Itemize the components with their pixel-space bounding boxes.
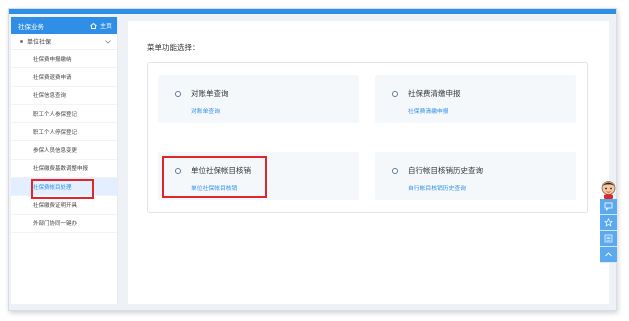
main-content: 菜单功能选择： 对账单查询 对账单查询 社保费清缴申报 社保费清缴申报 单位社保… <box>128 21 609 304</box>
sidebar-menu: 社保费申报缴纳 社保费退费申请 社保信息查询 职工个人参保登记 职工个人停保登记… <box>11 50 117 233</box>
home-link[interactable]: 主页 <box>90 21 112 30</box>
sidebar-item[interactable]: 职工个人停保登记 <box>11 123 117 142</box>
chevron-down-icon <box>105 39 111 44</box>
menu-card-clearance-declaration[interactable]: 社保费清缴申报 社保费清缴申报 <box>375 75 576 123</box>
top-bar <box>9 9 616 14</box>
radio-icon[interactable] <box>175 91 181 97</box>
sidebar-group-toggle[interactable]: 单位社保 <box>11 34 117 50</box>
sidebar-item[interactable]: 社保费退费申请 <box>11 68 117 87</box>
sidebar-item[interactable]: 参保人员信息变更 <box>11 141 117 160</box>
sidebar-item-label: 社保缴费证明开具 <box>33 203 78 210</box>
radio-icon[interactable] <box>175 168 181 174</box>
favorite-button[interactable] <box>600 215 617 231</box>
sidebar-item[interactable]: 社保缴费基数调整申报 <box>11 160 117 179</box>
sidebar-item[interactable]: 社保信息查询 <box>11 87 117 105</box>
chat-icon <box>604 202 613 211</box>
card-title: 对账单查询 <box>191 89 229 98</box>
card-title: 自行帐目核销历史查询 <box>408 166 483 175</box>
sidebar-header: 社保业务 主页 <box>11 17 117 34</box>
sidebar-item-label: 社保缴费基数调整申报 <box>33 166 89 173</box>
card-title: 单位社保帐目核销 <box>191 166 251 175</box>
list-icon <box>604 234 613 243</box>
menu-panel: 对账单查询 对账单查询 社保费清缴申报 社保费清缴申报 单位社保帐目核销 单位社… <box>147 62 588 213</box>
sidebar-item-label: 职工个人参保登记 <box>33 111 78 118</box>
card-subtitle: 单位社保帐目核销 <box>191 186 238 192</box>
sidebar-item[interactable]: 社保费申报缴纳 <box>11 50 117 69</box>
section-title: 菜单功能选择： <box>147 43 200 52</box>
sidebar-item-label: 社保费退费申请 <box>33 74 72 81</box>
card-subtitle: 对账单查询 <box>191 109 220 115</box>
sidebar-item[interactable]: 职工个人参保登记 <box>11 105 117 124</box>
card-subtitle: 社保费清缴申报 <box>408 109 449 115</box>
sidebar-item-label: 外部门协同一键办 <box>33 221 78 228</box>
card-subtitle: 自行帐目核销历史查询 <box>408 186 466 192</box>
sidebar-item-label: 职工个人停保登记 <box>33 129 78 136</box>
sidebar-item[interactable]: 外部门协同一键办 <box>11 215 117 233</box>
sidebar-item-label: 社保费帐目处理 <box>33 184 72 191</box>
sidebar-item[interactable]: 社保缴费证明开具 <box>11 196 117 215</box>
sidebar-item-label: 社保信息查询 <box>33 93 67 100</box>
bullet-icon <box>20 40 23 43</box>
back-to-top-button[interactable] <box>600 247 617 263</box>
sidebar-item-active[interactable]: 社保费帐目处理 <box>11 178 117 200</box>
up-arrow-icon <box>605 252 612 257</box>
sidebar-item-label: 参保人员信息变更 <box>33 148 78 155</box>
chat-button[interactable] <box>600 199 617 215</box>
menu-list-button[interactable] <box>600 231 617 247</box>
star-icon <box>604 218 613 227</box>
menu-card-writeoff-history[interactable]: 自行帐目核销历史查询 自行帐目核销历史查询 <box>375 152 576 200</box>
home-icon <box>90 22 97 29</box>
radio-icon[interactable] <box>392 168 398 174</box>
card-title: 社保费清缴申报 <box>408 89 461 98</box>
mascot-icon[interactable] <box>600 180 617 199</box>
floating-widget <box>600 180 617 263</box>
sidebar-item-label: 社保费申报缴纳 <box>33 56 72 63</box>
sidebar: 社保业务 主页 单位社保 社保费申报缴纳 社保费退费申请 社保信息查询 职工个人… <box>11 17 118 304</box>
menu-card-statement-query[interactable]: 对账单查询 对账单查询 <box>158 75 359 123</box>
home-label: 主页 <box>99 23 112 30</box>
sidebar-title: 社保业务 <box>18 22 44 31</box>
sidebar-group-label: 单位社保 <box>27 39 52 46</box>
radio-icon[interactable] <box>392 91 398 97</box>
menu-card-account-writeoff[interactable]: 单位社保帐目核销 单位社保帐目核销 <box>158 152 359 200</box>
